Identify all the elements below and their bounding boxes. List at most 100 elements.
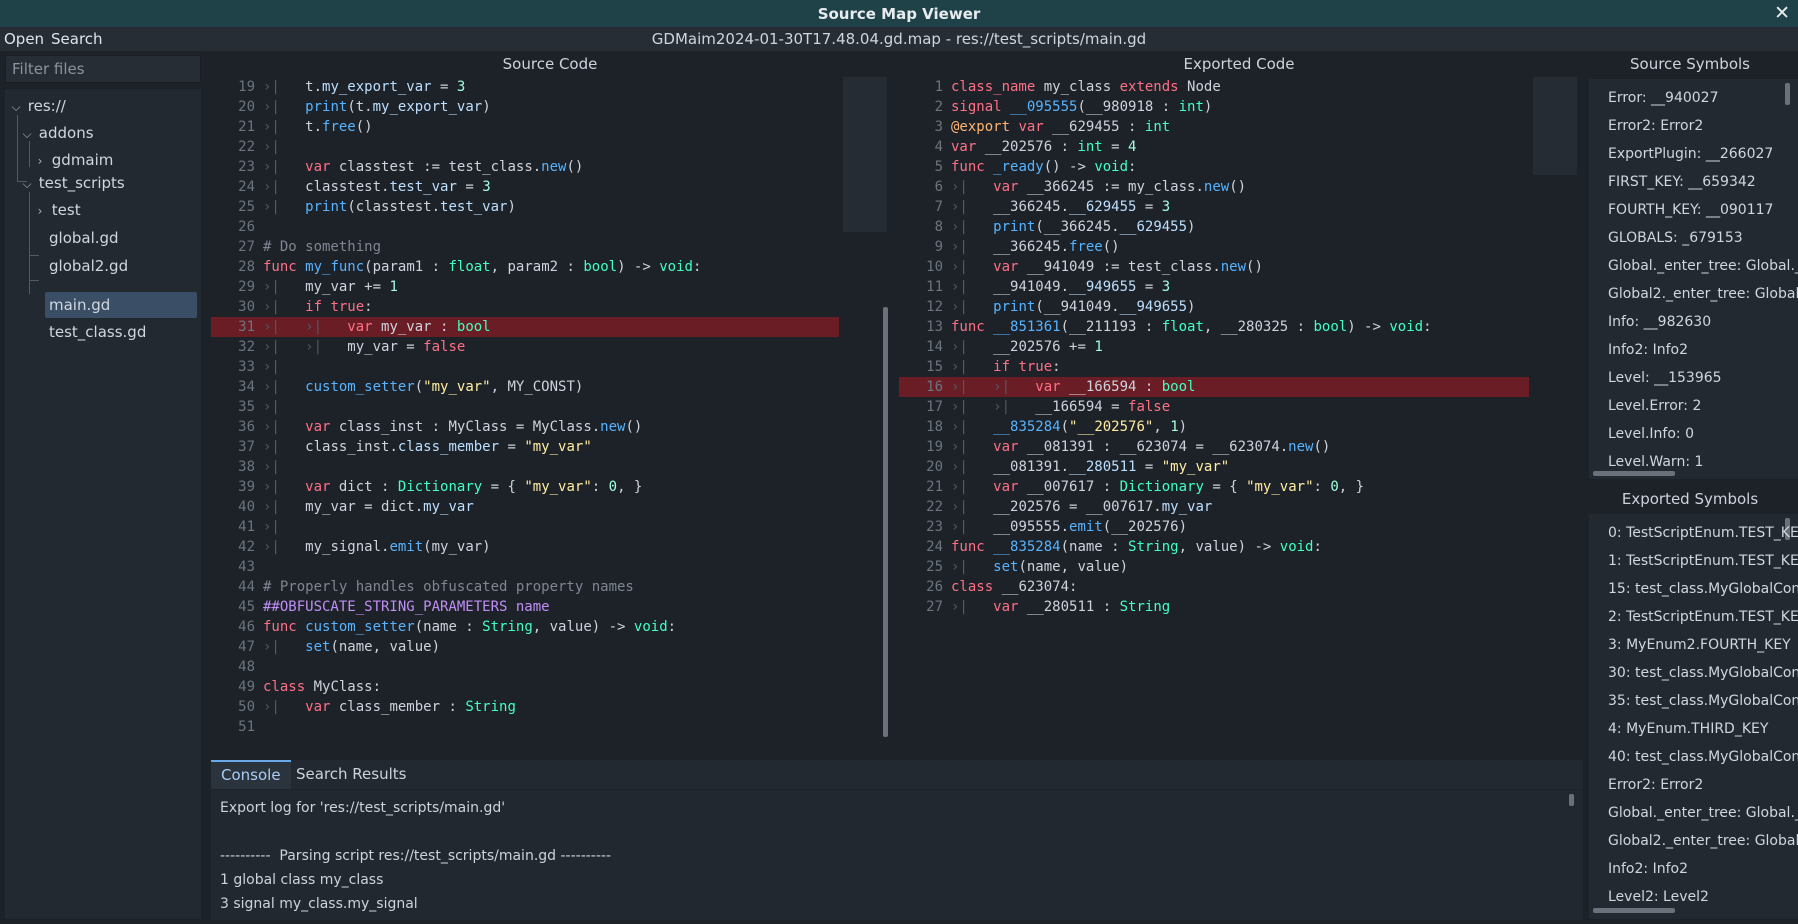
exported-line[interactable]: 11 ›| __941049.__949655 = 3 bbox=[899, 277, 1529, 297]
console-scrollbar[interactable] bbox=[1569, 794, 1574, 806]
source-line[interactable]: 46 func custom_setter(name : String, valu… bbox=[211, 617, 839, 637]
source-line[interactable]: 51 bbox=[211, 717, 839, 737]
tree-item-test-class[interactable]: test_class.gd bbox=[49, 319, 146, 345]
symbol-item[interactable]: 2: TestScriptEnum.TEST_KEY3 bbox=[1608, 603, 1798, 631]
tree-item-addons[interactable]: ⌵ addons bbox=[20, 120, 93, 146]
source-line[interactable]: 34 ›| custom_setter("my_var", MY_CONST) bbox=[211, 377, 839, 397]
source-line[interactable]: 23 ›| var classtest := test_class.new() bbox=[211, 157, 839, 177]
source-line[interactable]: 26 bbox=[211, 217, 839, 237]
exported-line[interactable]: 1 class_name my_class extends Node bbox=[899, 77, 1529, 97]
symbol-item[interactable]: Info: __982630 bbox=[1608, 308, 1711, 336]
symbol-item[interactable]: Level2: Level2 bbox=[1608, 883, 1709, 911]
chevron-down-icon[interactable]: ⌵ bbox=[9, 94, 23, 120]
exported-line[interactable]: 27 ›| var __280511 : String bbox=[899, 597, 1529, 617]
exported-line[interactable]: 12 ›| print(__941049.__949655) bbox=[899, 297, 1529, 317]
close-icon[interactable]: ✕ bbox=[1774, 2, 1790, 24]
filter-files-input[interactable]: Filter files bbox=[5, 55, 201, 83]
symbol-item[interactable]: 3: MyEnum2.FOURTH_KEY bbox=[1608, 631, 1791, 659]
symbol-item[interactable]: Info2: Info2 bbox=[1608, 855, 1688, 883]
exported-line[interactable]: 5 func _ready() -> void: bbox=[899, 157, 1529, 177]
exported-line[interactable]: 14 ›| __202576 += 1 bbox=[899, 337, 1529, 357]
exported-minimap[interactable] bbox=[1533, 77, 1577, 175]
symbol-item[interactable]: Level.Warn: 1 bbox=[1608, 448, 1703, 476]
tab-search-results[interactable]: Search Results bbox=[286, 760, 416, 789]
symbol-item[interactable]: Level.Info: 0 bbox=[1608, 420, 1694, 448]
exported-line[interactable]: 13 func __851361(__211193 : float, __2803… bbox=[899, 317, 1529, 337]
symbol-item[interactable]: FOURTH_KEY: __090117 bbox=[1608, 196, 1773, 224]
exported-line[interactable]: 23 ›| __095555.emit(__202576) bbox=[899, 517, 1529, 537]
source-code-editor[interactable]: 19 ›| t.my_export_var = 3 20 ›| print(t.my_… bbox=[211, 77, 891, 752]
source-line[interactable]: 24 ›| classtest.test_var = 3 bbox=[211, 177, 839, 197]
source-line[interactable]: 50 ›| var class_member : String bbox=[211, 697, 839, 717]
symbol-item[interactable]: FIRST_KEY: __659342 bbox=[1608, 168, 1756, 196]
source-line[interactable]: 48 bbox=[211, 657, 839, 677]
tree-item-res[interactable]: ⌵ res:// bbox=[9, 93, 65, 120]
symbol-item[interactable]: Global2._enter_tree: Global2._enter_tree bbox=[1608, 280, 1798, 308]
tree-item-test-scripts[interactable]: ⌵ test_scripts bbox=[20, 170, 124, 197]
source-line[interactable]: 22 ›| bbox=[211, 137, 839, 157]
source-line[interactable]: 41 ›| bbox=[211, 517, 839, 537]
exported-line[interactable]: 19 ›| var __081391 : __623074 = __623074.… bbox=[899, 437, 1529, 457]
source-line[interactable]: 36 ›| var class_inst : MyClass = MyClass.… bbox=[211, 417, 839, 437]
symbol-item[interactable]: 40: test_class.MyGlobalConst4 bbox=[1608, 743, 1798, 771]
exported-symbols-list[interactable]: 0: TestScriptEnum.TEST_KEY 1: TestScriptE… bbox=[1589, 514, 1798, 919]
source-minimap[interactable] bbox=[843, 77, 887, 232]
tree-item-global2[interactable]: global2.gd bbox=[49, 253, 128, 279]
symbol-item[interactable]: Error2: Error2 bbox=[1608, 112, 1703, 140]
symbol-item[interactable]: 4: MyEnum.THIRD_KEY bbox=[1608, 715, 1768, 743]
exported-line[interactable]: 4 var __202576 : int = 4 bbox=[899, 137, 1529, 157]
source-line[interactable]: 44 # Properly handles obfuscated property… bbox=[211, 577, 839, 597]
source-line[interactable]: 31 ›| ›| var my_var : bool bbox=[211, 317, 839, 337]
symbol-item[interactable]: Level.Error: 2 bbox=[1608, 392, 1701, 420]
tree-item-global[interactable]: global.gd bbox=[49, 225, 119, 251]
symbol-item[interactable]: GLOBALS: _679153 bbox=[1608, 224, 1743, 252]
source-line[interactable]: 35 ›| bbox=[211, 397, 839, 417]
symbol-item[interactable]: Global._enter_tree: Global._enter_tree bbox=[1608, 799, 1798, 827]
exported-line[interactable]: 8 ›| print(__366245.__629455) bbox=[899, 217, 1529, 237]
source-line[interactable]: 43 bbox=[211, 557, 839, 577]
source-line[interactable]: 38 ›| bbox=[211, 457, 839, 477]
source-line[interactable]: 39 ›| var dict : Dictionary = { "my_var":… bbox=[211, 477, 839, 497]
tab-console[interactable]: Console bbox=[211, 760, 291, 789]
exported-line[interactable]: 18 ›| __835284("__202576", 1) bbox=[899, 417, 1529, 437]
exported-line[interactable]: 10 ›| var __941049 := test_class.new() bbox=[899, 257, 1529, 277]
symbol-item[interactable]: 35: test_class.MyGlobalConst3 bbox=[1608, 687, 1798, 715]
exported-line[interactable]: 21 ›| var __007617 : Dictionary = { "my_v… bbox=[899, 477, 1529, 497]
exported-line[interactable]: 16 ›| ›| var __166594 : bool bbox=[899, 377, 1529, 397]
source-symbols-list[interactable]: Error: __940027 Error2: Error2 ExportPlugi… bbox=[1589, 79, 1798, 479]
symbol-item[interactable]: Error: __940027 bbox=[1608, 84, 1719, 112]
exported-line[interactable]: 22 ›| __202576 = __007617.my_var bbox=[899, 497, 1529, 517]
chevron-down-icon[interactable]: ⌵ bbox=[20, 171, 34, 197]
file-tree[interactable]: ⌵ res:// ⌵ addons › gdmaim ⌵ test_script… bbox=[5, 89, 201, 919]
source-line[interactable]: 29 ›| my_var += 1 bbox=[211, 277, 839, 297]
exported-line[interactable]: 9 ›| __366245.free() bbox=[899, 237, 1529, 257]
symbol-item[interactable]: Info2: Info2 bbox=[1608, 336, 1688, 364]
symbol-item[interactable]: 15: test_class.MyGlobalConst bbox=[1608, 575, 1798, 603]
exported-line[interactable]: 26 class __623074: bbox=[899, 577, 1529, 597]
symbol-item[interactable]: Global._enter_tree: Global._enter_tree bbox=[1608, 252, 1798, 280]
symbol-item[interactable]: Global2._enter_tree: Global2._enter_tree bbox=[1608, 827, 1798, 855]
source-line[interactable]: 40 ›| my_var = dict.my_var bbox=[211, 497, 839, 517]
exported-line[interactable]: 6 ›| var __366245 := my_class.new() bbox=[899, 177, 1529, 197]
tree-item-test[interactable]: › test bbox=[33, 197, 81, 223]
symbol-item[interactable]: Level: __153965 bbox=[1608, 364, 1722, 392]
source-line[interactable]: 49 class MyClass: bbox=[211, 677, 839, 697]
source-line[interactable]: 47 ›| set(name, value) bbox=[211, 637, 839, 657]
exported-line[interactable]: 17 ›| ›| __166594 = false bbox=[899, 397, 1529, 417]
source-line[interactable]: 37 ›| class_inst.class_member = "my_var" bbox=[211, 437, 839, 457]
symbol-item[interactable]: Error2: Error2 bbox=[1608, 771, 1703, 799]
symbol-item[interactable]: 30: test_class.MyGlobalConst2 bbox=[1608, 659, 1798, 687]
exported-line[interactable]: 7 ›| __366245.__629455 = 3 bbox=[899, 197, 1529, 217]
exported-line[interactable]: 20 ›| __081391.__280511 = "my_var" bbox=[899, 457, 1529, 477]
source-line[interactable]: 28 func my_func(param1 : float, param2 : … bbox=[211, 257, 839, 277]
source-line[interactable]: 42 ›| my_signal.emit(my_var) bbox=[211, 537, 839, 557]
source-line[interactable]: 21 ›| t.free() bbox=[211, 117, 839, 137]
console-log[interactable]: Export log for 'res://test_scripts/main.… bbox=[211, 790, 1583, 920]
source-line[interactable]: 19 ›| t.my_export_var = 3 bbox=[211, 77, 839, 97]
exported-line[interactable]: 24 func __835284(name : String, value) ->… bbox=[899, 537, 1529, 557]
tree-item-main[interactable]: main.gd bbox=[45, 292, 197, 318]
chevron-right-icon[interactable]: › bbox=[33, 198, 47, 224]
source-line[interactable]: 27 # Do something bbox=[211, 237, 839, 257]
source-line[interactable]: 45 ##OBFUSCATE_STRING_PARAMETERS name bbox=[211, 597, 839, 617]
source-line[interactable]: 33 ›| bbox=[211, 357, 839, 377]
